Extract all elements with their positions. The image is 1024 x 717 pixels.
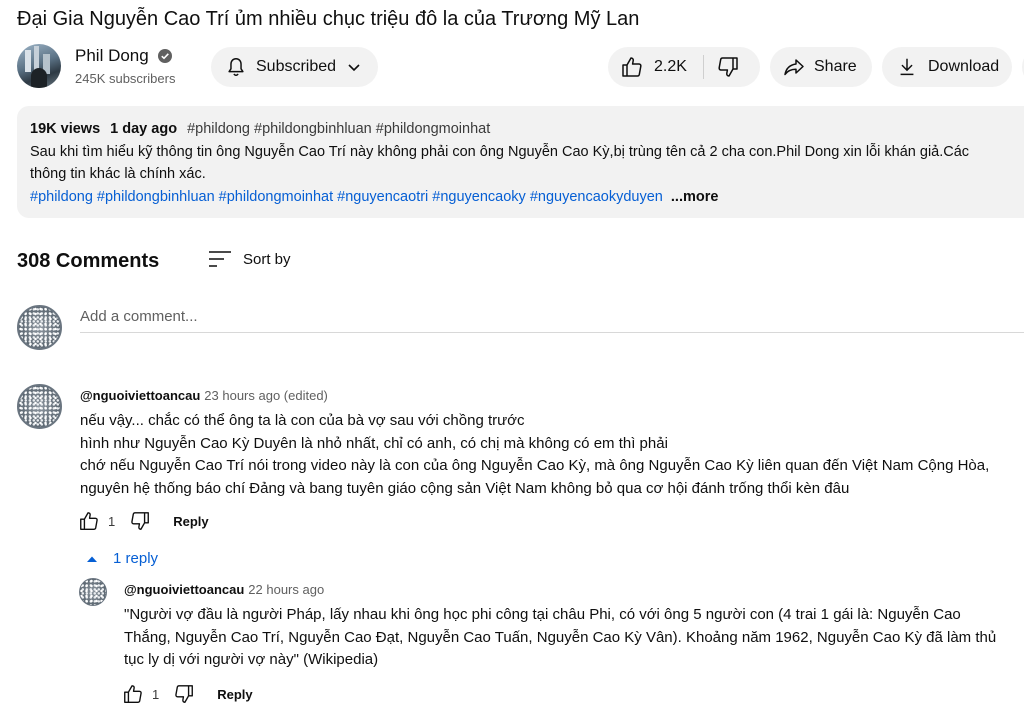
comment-line: hình như Nguyễn Cao Kỳ Duyên là nhỏ nhất… <box>80 434 668 452</box>
verified-icon <box>158 49 172 63</box>
more-link[interactable]: ...more <box>671 189 719 205</box>
comment-line: nguyên hệ thống báo chí Đảng và bang tuy… <box>80 479 850 497</box>
current-user-avatar <box>17 305 62 350</box>
thumbs-up-icon[interactable] <box>122 683 144 705</box>
reply-author-avatar[interactable] <box>79 578 107 606</box>
comment-header: @nguoiviettoancau 23 hours ago (edited) <box>80 388 328 403</box>
description-text-line1: Sau khi tìm hiểu kỹ thông tin ông Nguyễn… <box>30 143 970 160</box>
sort-icon <box>209 251 231 267</box>
top-hashtags[interactable]: #phildong #phildongbinhluan #phildongmoi… <box>187 121 490 137</box>
subscribed-label: Subscribed <box>256 58 337 75</box>
channel-avatar[interactable] <box>17 44 61 88</box>
comment-time[interactable]: 23 hours ago (edited) <box>204 388 328 403</box>
description-meta: 19K views 1 day ago #phildong #phildongb… <box>30 118 1024 141</box>
subscribed-button[interactable]: Subscribed <box>211 47 378 87</box>
download-icon <box>900 58 914 76</box>
description-box[interactable]: 19K views 1 day ago #phildong #phildongb… <box>17 106 1024 218</box>
view-count: 19K views <box>30 121 101 137</box>
comment-author[interactable]: @nguoiviettoancau <box>80 388 200 403</box>
share-icon <box>784 59 804 76</box>
comment-line: chớ nếu Nguyễn Cao Trí nói trong video n… <box>80 457 990 474</box>
share-button[interactable]: Share <box>770 47 872 87</box>
like-count[interactable]: 2.2K <box>654 58 687 76</box>
caret-up-icon <box>87 556 97 562</box>
thumbs-down-icon[interactable] <box>173 683 195 705</box>
comment-actions: 1 Reply <box>78 510 209 532</box>
share-label: Share <box>814 58 857 75</box>
comment-text: nếu vậy... chắc có thể ông ta là con của… <box>80 410 989 500</box>
description-hashtags[interactable]: #phildong #phildongbinhluan #phildongmoi… <box>30 189 663 205</box>
bell-icon <box>228 58 244 76</box>
like-dislike-group: 2.2K <box>608 47 760 87</box>
comments-count: 308 Comments <box>17 250 160 272</box>
reply-button[interactable]: Reply <box>217 687 252 702</box>
thumbs-down-icon[interactable] <box>129 510 151 532</box>
chevron-down-icon <box>348 64 360 72</box>
reply-time[interactable]: 22 hours ago <box>248 582 324 597</box>
description-text-line2: thông tin khác là chính xác. <box>30 166 206 182</box>
download-label: Download <box>928 58 1000 75</box>
sort-by-label: Sort by <box>243 250 291 268</box>
description-hashtags-row: #phildong #phildongbinhluan #phildongmoi… <box>30 186 1024 209</box>
reply-line: Thắng, Nguyễn Cao Trí, Nguyễn Cao Đạt, N… <box>124 628 997 646</box>
download-button[interactable]: Download <box>882 47 1012 87</box>
reply-line: tục ly dị với người vợ này" (Wikipedia) <box>124 651 379 668</box>
reply-line: "Người vợ đầu là người Pháp, lấy nhau kh… <box>124 606 961 623</box>
add-comment-input[interactable]: Add a comment... <box>80 308 198 325</box>
comment-line: nếu vậy... chắc có thể ông ta là con của… <box>80 412 525 429</box>
thumbs-up-icon[interactable] <box>620 55 644 79</box>
sort-by-button[interactable]: Sort by <box>208 249 291 269</box>
add-comment-underline <box>80 332 1024 333</box>
thumbs-down-icon[interactable] <box>716 55 740 79</box>
channel-row: Phil Dong 245K subscribers Subscribed 2.… <box>17 44 1024 90</box>
upload-date: 1 day ago <box>110 121 178 137</box>
reply-actions: 1 Reply <box>122 683 253 705</box>
reply-text: "Người vợ đầu là người Pháp, lấy nhau kh… <box>124 604 996 672</box>
replies-toggle-label: 1 reply <box>113 550 159 567</box>
comment-author-avatar[interactable] <box>17 384 62 429</box>
comment-like-count: 1 <box>108 513 116 529</box>
channel-name[interactable]: Phil Dong <box>75 46 149 66</box>
video-title: Đại Gia Nguyễn Cao Trí ủm nhiều chục tri… <box>17 8 640 30</box>
thumbs-up-icon[interactable] <box>78 510 100 532</box>
subscriber-count: 245K subscribers <box>75 71 176 86</box>
reply-header: @nguoiviettoancau 22 hours ago <box>124 582 324 597</box>
reply-button[interactable]: Reply <box>173 514 208 529</box>
reply-like-count: 1 <box>152 686 160 702</box>
replies-toggle[interactable]: 1 reply <box>86 550 158 567</box>
like-divider <box>702 55 704 79</box>
reply-author[interactable]: @nguoiviettoancau <box>124 582 244 597</box>
